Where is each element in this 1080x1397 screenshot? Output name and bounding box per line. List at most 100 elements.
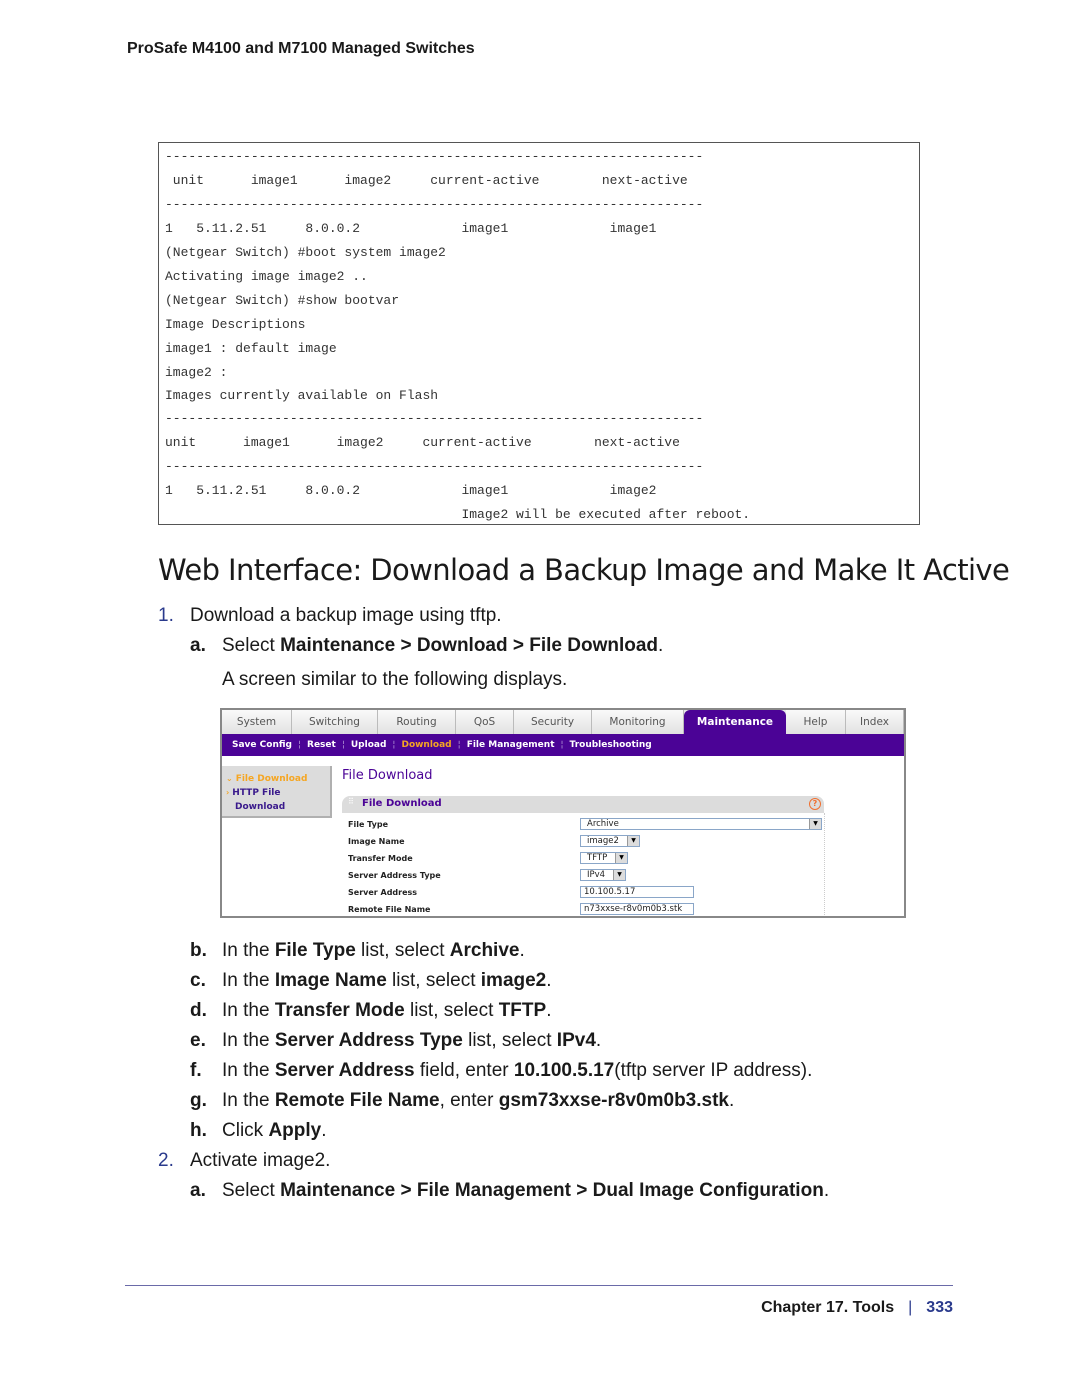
tab-routing[interactable]: Routing xyxy=(378,710,456,734)
cli-line: ----------------------------------------… xyxy=(165,197,704,212)
tab-switching[interactable]: Switching xyxy=(292,710,378,734)
subnav-troubleshooting[interactable]: Troubleshooting xyxy=(570,740,652,750)
ui-term: Server Address Type xyxy=(274,1030,463,1051)
image-name-label: Image Name xyxy=(348,837,405,846)
ui-value: image2 xyxy=(480,970,547,991)
cli-line: ----------------------------------------… xyxy=(165,459,704,474)
step-text: field, enter xyxy=(414,1060,514,1081)
select-value: IPv4 xyxy=(587,870,606,880)
transfer-mode-select[interactable]: TFTP ▼ xyxy=(580,852,628,864)
tab-qos[interactable]: QoS xyxy=(456,710,514,734)
subnav-separator: ¦ xyxy=(297,740,302,750)
subnav-separator: ¦ xyxy=(560,740,564,750)
file-download-form: File Type Archive ▼ Image Name image2 ▼ Tr… xyxy=(342,813,825,916)
panel-header: ⠿ File Download ? xyxy=(342,796,824,813)
step-text: In the xyxy=(222,1000,275,1021)
subnav-upload[interactable]: Upload xyxy=(351,740,387,750)
step-text: . xyxy=(823,1180,830,1201)
server-address-type-label: Server Address Type xyxy=(348,871,441,880)
cli-line: 1 5.11.2.51 8.0.0.2 image1 image1 xyxy=(165,221,657,236)
step-1e: e. In the Server Address Type list, selec… xyxy=(190,1030,601,1052)
select-value: TFTP xyxy=(587,853,608,863)
step-1h: h. Click Apply. xyxy=(190,1120,327,1142)
chevron-down-icon: ⌄ xyxy=(226,774,233,783)
remote-file-name-input[interactable]: n73xxse-r8v0m0b3.stk xyxy=(580,903,694,915)
tab-maintenance[interactable]: Maintenance xyxy=(684,710,786,734)
file-type-select[interactable]: Archive ▼ xyxy=(580,818,822,830)
step-1g: g. In the Remote File Name, enter gsm73xx… xyxy=(190,1090,734,1112)
ui-term: Apply xyxy=(268,1120,322,1141)
step-letter: c. xyxy=(190,970,206,991)
step-letter: a. xyxy=(190,635,206,656)
cli-line: 1 5.11.2.51 8.0.0.2 image1 image2 xyxy=(165,483,657,498)
step-text: In the xyxy=(222,1030,275,1051)
subnav-save-config[interactable]: Save Config xyxy=(232,740,292,750)
page-heading: File Download xyxy=(342,768,433,783)
step-number: 2. xyxy=(158,1150,174,1171)
subnav-file-management[interactable]: File Management xyxy=(467,740,555,750)
cli-line: (Netgear Switch) #show bootvar xyxy=(165,293,400,308)
cli-line: (Netgear Switch) #boot system image2 xyxy=(165,245,446,260)
step-text: list, select xyxy=(462,1030,557,1051)
step-text: list, select xyxy=(386,970,481,991)
cli-line: ----------------------------------------… xyxy=(165,411,704,426)
tab-security[interactable]: Security xyxy=(514,710,592,734)
subnav-reset[interactable]: Reset xyxy=(307,740,336,750)
cli-line: Images currently available on Flash xyxy=(165,388,439,403)
dropdown-arrow-icon: ▼ xyxy=(615,853,627,863)
step-letter: f. xyxy=(190,1060,202,1081)
menu-path: Maintenance > Download > File Download xyxy=(280,635,659,656)
step-text: In the xyxy=(222,970,275,991)
step-1a: a. Select Maintenance > Download > File D… xyxy=(190,635,663,657)
file-type-label: File Type xyxy=(348,820,389,829)
chevron-right-icon: › xyxy=(226,788,230,797)
server-address-label: Server Address xyxy=(348,888,418,897)
section-title: Web Interface: Download a Backup Image a… xyxy=(158,553,1010,587)
side-item-file-download[interactable]: ⌄ File Download xyxy=(226,772,330,786)
server-address-type-select[interactable]: IPv4 ▼ xyxy=(580,869,626,881)
cli-output-box: ----------------------------------------… xyxy=(158,142,920,525)
tab-index[interactable]: Index xyxy=(846,710,904,734)
step-text: (tftp server IP address). xyxy=(614,1060,813,1081)
step-text: , enter xyxy=(439,1090,499,1111)
step-letter: h. xyxy=(190,1120,207,1141)
remote-file-name-label: Remote File Name xyxy=(348,905,431,914)
step-text: Click xyxy=(222,1120,269,1141)
step-letter: a. xyxy=(190,1180,206,1201)
step-letter: d. xyxy=(190,1000,207,1021)
subnav-separator: ¦ xyxy=(392,740,396,750)
step-text: . xyxy=(728,1090,735,1111)
step-text: . xyxy=(546,970,552,991)
step-text: Select xyxy=(222,1180,281,1201)
dropdown-arrow-icon: ▼ xyxy=(613,870,625,880)
ui-term: Transfer Mode xyxy=(274,1000,405,1021)
select-value: image2 xyxy=(587,836,619,846)
image-name-select[interactable]: image2 ▼ xyxy=(580,835,640,847)
menu-path: Maintenance > File Management > Dual Ima… xyxy=(280,1180,824,1201)
side-item-http-file-download[interactable]: › HTTP File Download xyxy=(226,786,330,814)
tab-monitoring[interactable]: Monitoring xyxy=(592,710,684,734)
page-footer: Chapter 17. Tools | 333 xyxy=(761,1299,953,1317)
ui-term: Remote File Name xyxy=(274,1090,440,1111)
cli-line: ----------------------------------------… xyxy=(165,149,704,164)
step-text: . xyxy=(519,940,525,961)
side-menu: ⌄ File Download › HTTP File Download xyxy=(222,766,332,818)
server-address-input[interactable]: 10.100.5.17 xyxy=(580,886,694,898)
tab-help[interactable]: Help xyxy=(786,710,846,734)
web-ui-screenshot: System Switching Routing QoS Security Mo… xyxy=(220,708,906,918)
step-text: In the xyxy=(222,1090,275,1111)
cli-line: unit image1 image2 current-active next-a… xyxy=(165,435,680,450)
side-item-label: File Download xyxy=(235,774,308,784)
help-icon[interactable]: ? xyxy=(809,798,821,810)
step-1d: d. In the Transfer Mode list, select TFTP… xyxy=(190,1000,551,1022)
dropdown-arrow-icon: ▼ xyxy=(809,819,821,829)
step-letter: e. xyxy=(190,1030,206,1051)
subnav-download[interactable]: Download xyxy=(401,740,451,750)
panel-title: File Download xyxy=(362,798,442,809)
tab-system[interactable]: System xyxy=(222,710,292,734)
cli-line: Image2 will be executed after reboot. xyxy=(165,507,751,522)
step-text: . xyxy=(546,1000,552,1021)
page-number: 333 xyxy=(926,1299,953,1316)
side-item-label: HTTP File xyxy=(232,788,281,798)
cli-line: Activating image image2 .. xyxy=(165,269,368,284)
